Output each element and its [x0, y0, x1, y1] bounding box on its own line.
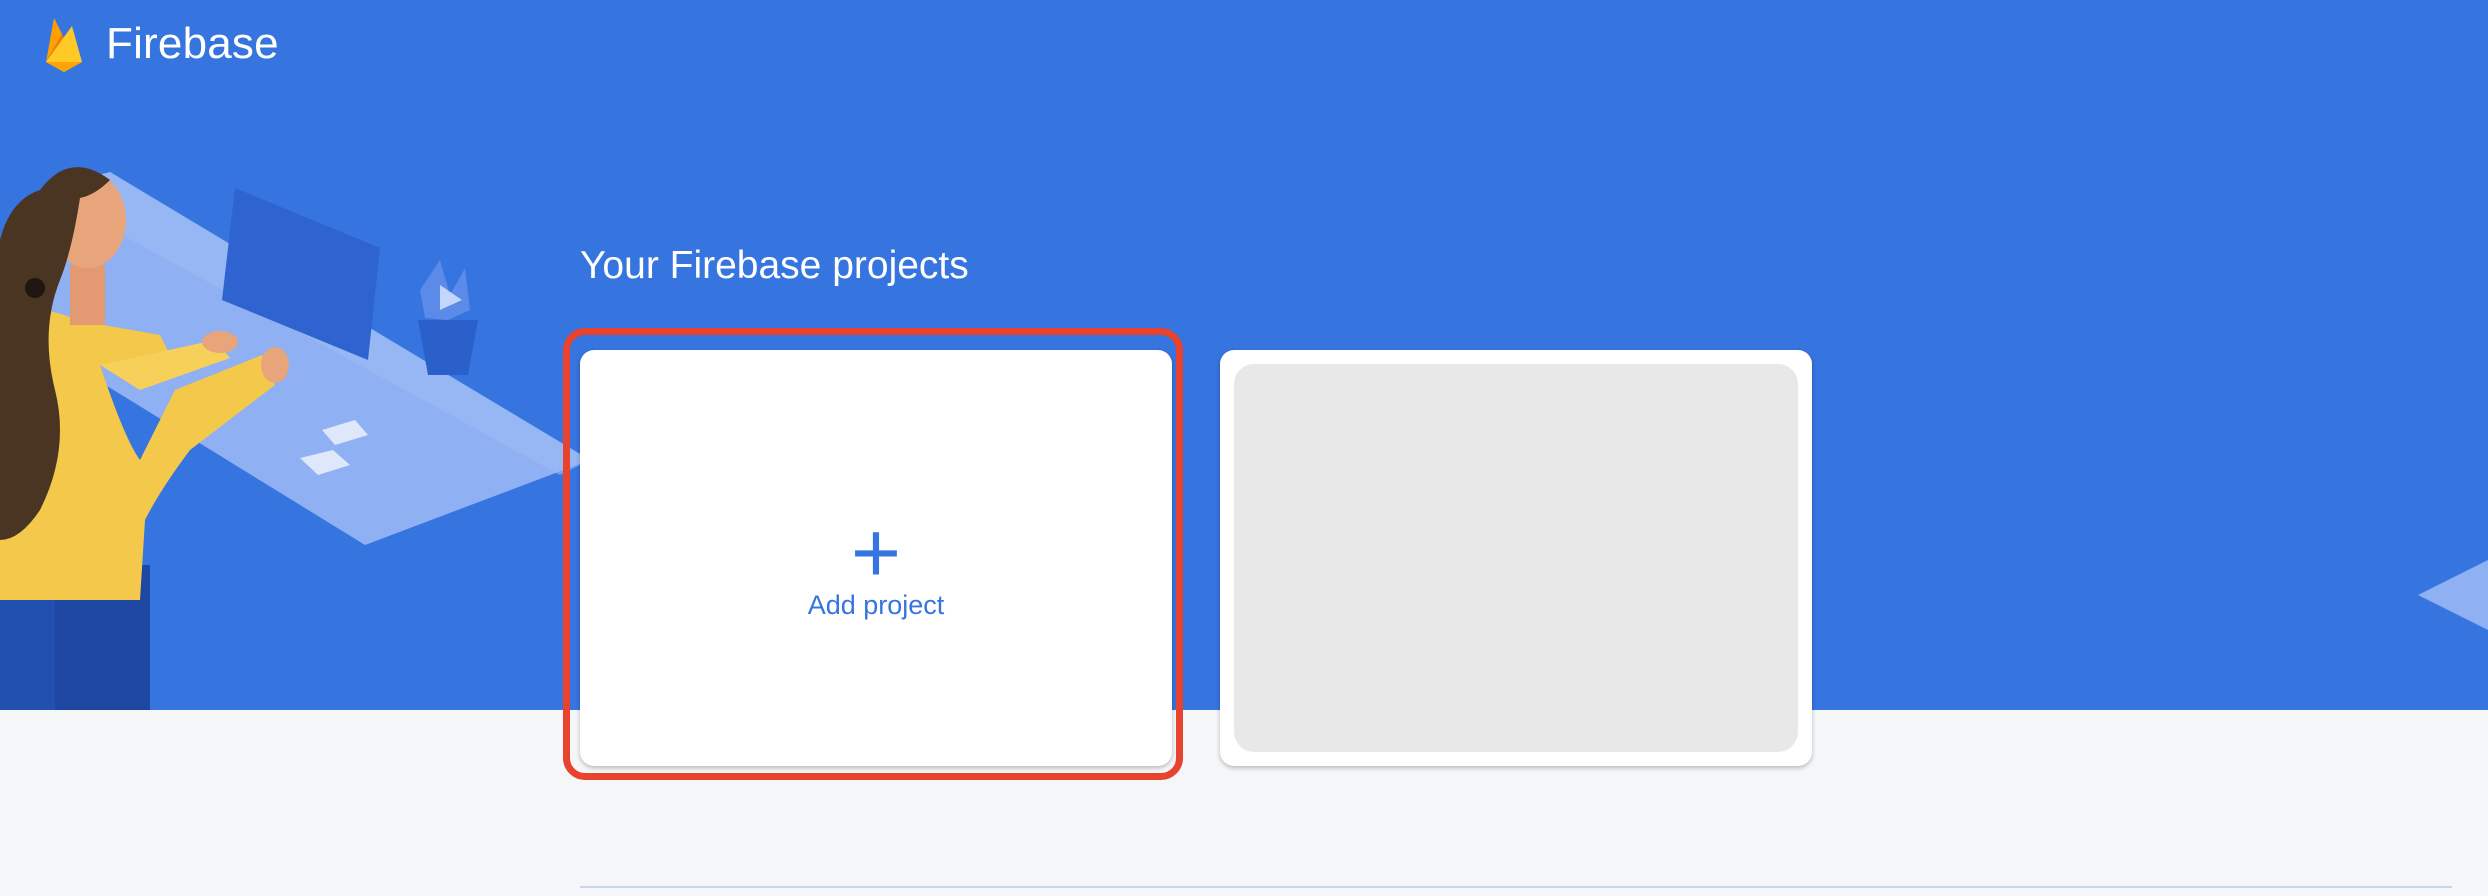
- add-project-label: Add project: [807, 590, 945, 620]
- plus-icon: +: [850, 505, 902, 601]
- hero-illustration: [0, 167, 590, 710]
- projects-section-title: Your Firebase projects: [580, 244, 969, 287]
- section-divider: [580, 886, 2452, 888]
- project-card-placeholder: [1220, 350, 1812, 766]
- decorative-shape: [2418, 560, 2488, 630]
- add-project-card[interactable]: + Add project: [580, 350, 1172, 766]
- firebase-console-page: Firebase Your Firebase projects + Add pr…: [0, 0, 2488, 896]
- brand-name: Firebase: [106, 19, 279, 68]
- firebase-flame-icon: [46, 18, 82, 72]
- loading-skeleton: [1234, 364, 1798, 752]
- firebase-home-link[interactable]: Firebase: [40, 14, 279, 74]
- top-bar: Firebase: [0, 0, 2488, 92]
